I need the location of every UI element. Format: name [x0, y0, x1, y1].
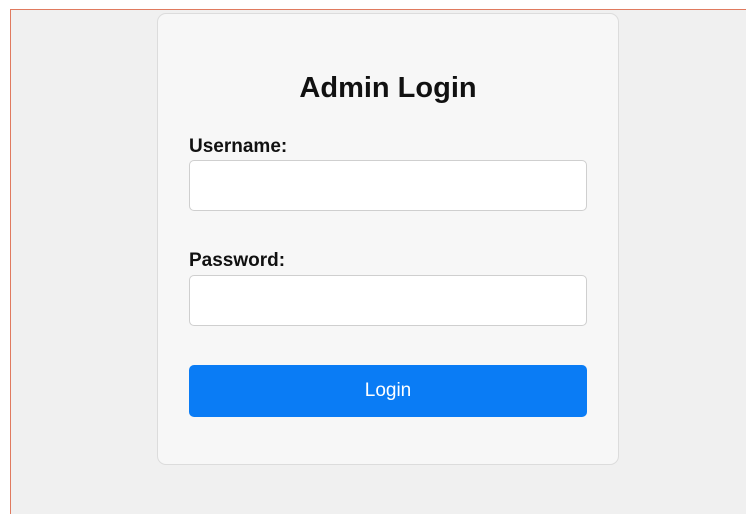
page-viewport: Admin Login Username: Password: Login — [10, 9, 746, 514]
username-label: Username: — [189, 136, 288, 157]
username-input[interactable] — [189, 160, 587, 211]
password-label: Password: — [189, 250, 286, 271]
login-button[interactable]: Login — [189, 365, 587, 417]
password-input[interactable] — [189, 275, 587, 326]
page-title: Admin Login — [299, 72, 477, 104]
login-card: Admin Login Username: Password: Login — [157, 13, 619, 465]
